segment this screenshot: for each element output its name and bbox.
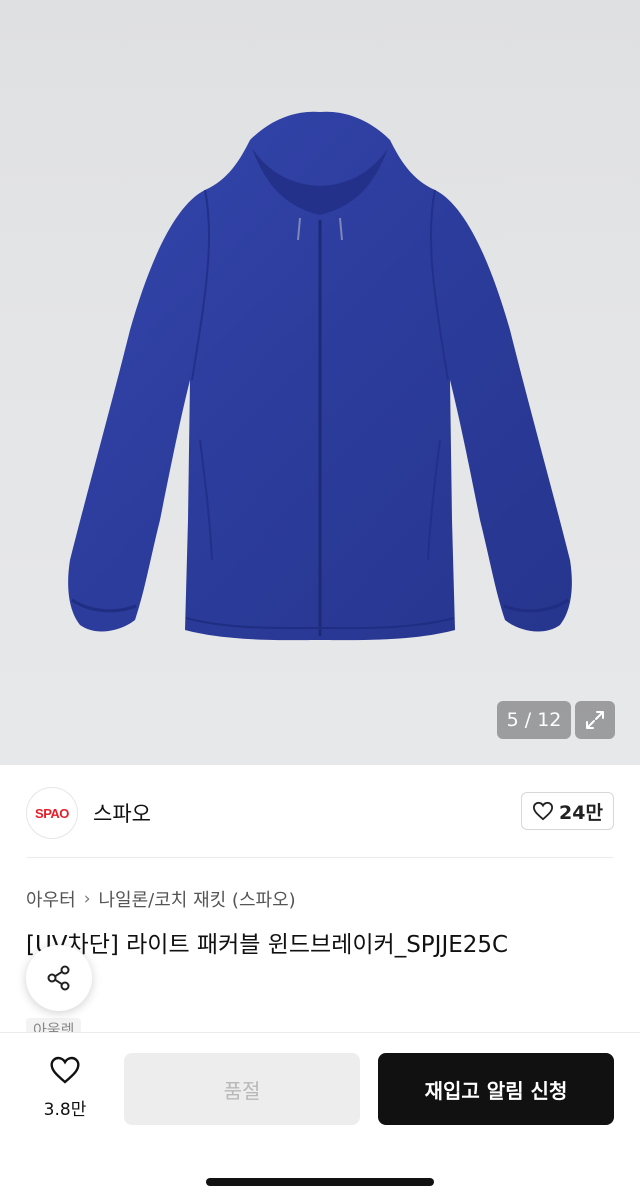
home-indicator: [206, 1178, 434, 1186]
brand-row: SPAO 스파오 24만: [0, 765, 640, 860]
product-title: [UV차단] 라이트 패커블 윈드브레이커_SPJJE25C: [26, 932, 509, 958]
wish-button[interactable]: 3.8만: [28, 1055, 102, 1120]
brand-logo-text: SPAO: [35, 805, 69, 821]
brand-like-count: 24만: [559, 801, 603, 824]
heart-icon: [50, 1056, 80, 1084]
share-button[interactable]: [26, 945, 92, 1011]
expand-button[interactable]: [575, 701, 615, 739]
product-image: [68, 111, 572, 641]
share-icon: [47, 965, 70, 991]
expand-icon: [586, 711, 604, 729]
wish-count: 3.8만: [43, 1100, 87, 1120]
restock-alert-button[interactable]: 재입고 알림 신청: [378, 1053, 614, 1125]
breadcrumb-category[interactable]: 아우터: [26, 886, 76, 912]
brand-like-button[interactable]: 24만: [521, 792, 614, 830]
soldout-button: 품절: [124, 1053, 360, 1125]
bottom-action-bar: 3.8만 품절 재입고 알림 신청: [0, 1032, 640, 1200]
product-image-gallery[interactable]: 5 / 12: [0, 0, 640, 765]
brand-logo[interactable]: SPAO: [26, 787, 78, 839]
image-counter: 5 / 12: [497, 701, 571, 739]
divider: [26, 857, 614, 858]
brand-name[interactable]: 스파오: [93, 798, 151, 828]
breadcrumb-subcategory[interactable]: 나일론/코치 재킷 (스파오): [99, 886, 296, 912]
heart-icon: [533, 801, 554, 821]
breadcrumb: 아우터 › 나일론/코치 재킷 (스파오): [26, 886, 296, 912]
chevron-right-icon: ›: [83, 889, 91, 909]
